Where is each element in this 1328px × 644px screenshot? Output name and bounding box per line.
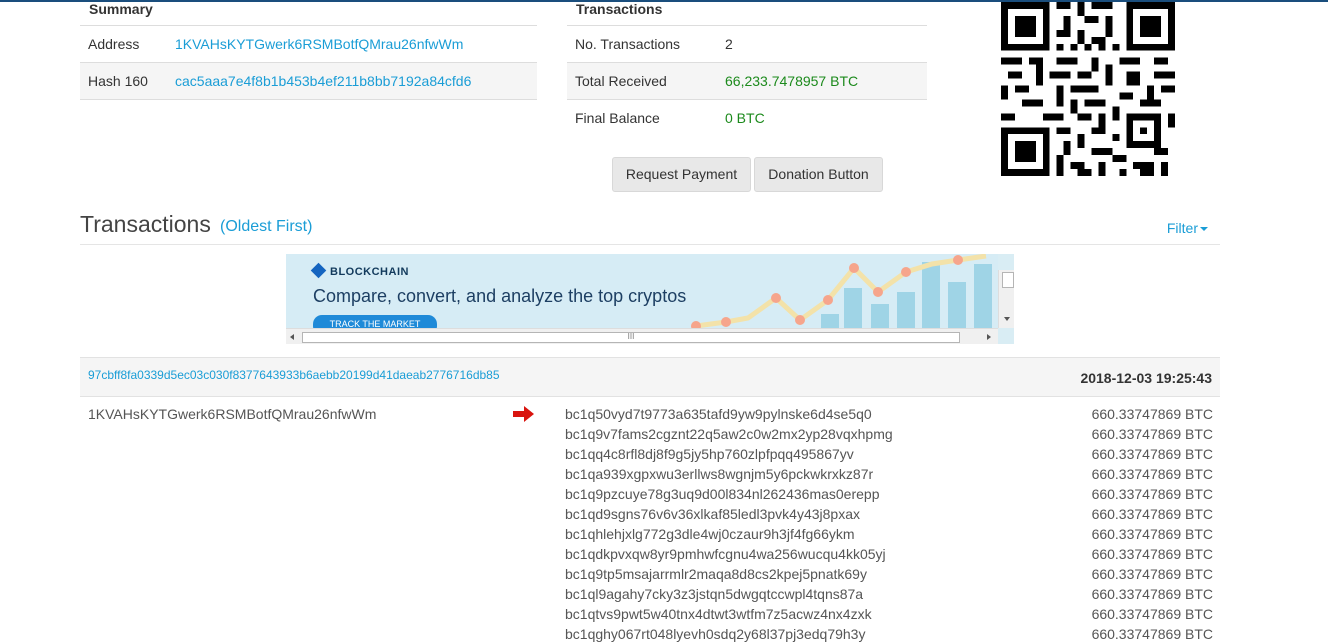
request-payment-button[interactable]: Request Payment	[612, 157, 751, 192]
hash160-link[interactable]: cac5aaa7e4f8b1b453b4ef211b8bb7192a84cfd6	[175, 73, 471, 89]
hash160-row: Hash 160 cac5aaa7e4f8b1b453b4ef211b8bb71…	[80, 63, 537, 100]
transaction-outputs: bc1q50vyd7t9773a635tafd9yw9pylnske6d4se5…	[565, 404, 1213, 644]
right-arrow-icon	[513, 406, 534, 422]
address-label: Address	[88, 36, 140, 52]
output-amount: 660.33747869 BTC	[1091, 566, 1213, 582]
output-amount: 660.33747869 BTC	[1091, 586, 1213, 602]
no-transactions-label: No. Transactions	[575, 36, 681, 52]
output-address-link[interactable]: bc1q9v7fams2cgznt22q5aw2c0w2mx2yp28vqxhp…	[565, 426, 893, 442]
summary-title: Summary	[80, 0, 537, 26]
output-amount: 660.33747869 BTC	[1091, 606, 1213, 622]
output-address-link[interactable]: bc1qq4c8rfl8dj8f9g5jy5hp760zlpfpqq495867…	[565, 446, 854, 462]
blockchain-logo-icon	[310, 262, 327, 279]
transaction-time: 2018-12-03 19:25:43	[1080, 370, 1212, 386]
output-row: bc1qq4c8rfl8dj8f9g5jy5hp760zlpfpqq495867…	[565, 444, 1213, 464]
total-received-label: Total Received	[575, 73, 667, 89]
scroll-down-icon[interactable]	[1004, 317, 1010, 321]
ad-brand: BLOCKCHAIN	[330, 266, 409, 278]
transactions-summary-table: Transactions No. Transactions 2 Total Re…	[567, 0, 927, 136]
filter-dropdown[interactable]: Filter	[1167, 220, 1208, 236]
total-received-row: Total Received 66,233.7478957 BTC	[567, 63, 927, 100]
final-balance-value: 0 BTC	[725, 110, 765, 126]
final-balance-row: Final Balance 0 BTC	[567, 100, 927, 136]
address-link[interactable]: 1KVAHsKYTGwerk6RSMBotfQMrau26nfwWm	[175, 36, 463, 52]
address-row: Address 1KVAHsKYTGwerk6RSMBotfQMrau26nfw…	[80, 26, 537, 63]
output-address-link[interactable]: bc1qghy067rt048lyevh0sdq2y68l37pj3edq79h…	[565, 626, 865, 642]
caret-down-icon	[1200, 227, 1208, 232]
oldest-first-link[interactable]: (Oldest First)	[220, 218, 312, 236]
output-row: bc1qghy067rt048lyevh0sdq2y68l37pj3edq79h…	[565, 624, 1213, 644]
output-amount: 660.33747869 BTC	[1091, 506, 1213, 522]
transaction-hash-link[interactable]: 97cbff8fa0339d5ec03c030f8377643933b6aebb…	[88, 368, 500, 382]
output-amount: 660.33747869 BTC	[1091, 466, 1213, 482]
output-amount: 660.33747869 BTC	[1091, 406, 1213, 422]
output-address-link[interactable]: bc1qhlehjxlg772g3dle4wj0czaur9h3jf4fg66y…	[565, 526, 855, 542]
output-row: bc1qa939xgpxwu3erllws8wgnjm5y6pckwkrxkz8…	[565, 464, 1213, 484]
output-address-link[interactable]: bc1q50vyd7t9773a635tafd9yw9pylnske6d4se5…	[565, 406, 872, 422]
output-row: bc1ql9agahy7cky3z3jstqn5dwgqtccwpl4tqns8…	[565, 584, 1213, 604]
horizontal-scroll-thumb[interactable]: III	[302, 332, 960, 343]
transaction-input-address[interactable]: 1KVAHsKYTGwerk6RSMBotfQMrau26nfwWm	[88, 406, 376, 422]
total-received-value: 66,233.7478957 BTC	[725, 73, 859, 89]
output-row: bc1qhlehjxlg772g3dle4wj0czaur9h3jf4fg66y…	[565, 524, 1213, 544]
output-address-link[interactable]: bc1qd9sgns76v6v36xlkaf85ledl3pvk4y43j8px…	[565, 506, 860, 522]
output-row: bc1q9pzcuye78g3uq9d00l834nl262436mas0ere…	[565, 484, 1213, 504]
output-row: bc1qtvs9pwt5w40tnx4dtwt3wtfm7z5acwz4nx4z…	[565, 604, 1213, 624]
output-row: bc1q9v7fams2cgznt22q5aw2c0w2mx2yp28vqxhp…	[565, 424, 1213, 444]
output-row: bc1q9tp5msajarrmlr2maqa8d8cs2kpej5pnatk6…	[565, 564, 1213, 584]
vertical-scroll-thumb[interactable]	[1002, 272, 1014, 288]
output-amount: 660.33747869 BTC	[1091, 446, 1213, 462]
summary-table: Summary Address 1KVAHsKYTGwerk6RSMBotfQM…	[80, 0, 537, 100]
qr-code-icon	[1001, 2, 1175, 176]
output-address-link[interactable]: bc1ql9agahy7cky3z3jstqn5dwgqtccwpl4tqns8…	[565, 586, 863, 602]
filter-label: Filter	[1166, 220, 1198, 236]
output-amount: 660.33747869 BTC	[1091, 426, 1213, 442]
output-row: bc1q50vyd7t9773a635tafd9yw9pylnske6d4se5…	[565, 404, 1213, 424]
output-amount: 660.33747869 BTC	[1091, 486, 1213, 502]
transaction-header: 97cbff8fa0339d5ec03c030f8377643933b6aebb…	[80, 357, 1220, 397]
no-transactions-value: 2	[725, 36, 733, 52]
output-address-link[interactable]: bc1q9tp5msajarrmlr2maqa8d8cs2kpej5pnatk6…	[565, 566, 867, 582]
ad-banner[interactable]: BLOCKCHAIN Compare, convert, and analyze…	[286, 254, 998, 328]
transactions-summary-title: Transactions	[567, 0, 927, 26]
output-row: bc1qdkpvxqw8yr9pmhwfcgnu4wa256wucqu4kk05…	[565, 544, 1213, 564]
output-address-link[interactable]: bc1qdkpvxqw8yr9pmhwfcgnu4wa256wucqu4kk05…	[565, 546, 886, 562]
scroll-right-icon[interactable]	[987, 334, 991, 340]
blockchain-logo: BLOCKCHAIN	[310, 262, 409, 279]
output-row: bc1qd9sgns76v6v36xlkaf85ledl3pvk4y43j8px…	[565, 504, 1213, 524]
output-address-link[interactable]: bc1qa939xgpxwu3erllws8wgnjm5y6pckwkrxkz8…	[565, 466, 873, 482]
donation-button[interactable]: Donation Button	[754, 157, 883, 192]
output-amount: 660.33747869 BTC	[1091, 546, 1213, 562]
output-address-link[interactable]: bc1qtvs9pwt5w40tnx4dtwt3wtfm7z5acwz4nx4z…	[565, 606, 872, 622]
no-transactions-row: No. Transactions 2	[567, 26, 927, 63]
ad-vertical-scrollbar[interactable]	[998, 270, 1014, 328]
output-amount: 660.33747869 BTC	[1091, 626, 1213, 642]
ad-headline: Compare, convert, and analyze the top cr…	[313, 286, 687, 306]
transactions-heading: Transactions	[80, 211, 211, 237]
scroll-left-icon[interactable]	[290, 334, 294, 340]
output-amount: 660.33747869 BTC	[1091, 526, 1213, 542]
advertisement-frame[interactable]: BLOCKCHAIN Compare, convert, and analyze…	[286, 254, 1014, 344]
ad-horizontal-scrollbar[interactable]: III	[286, 328, 998, 344]
transactions-heading-bar: Transactions (Oldest First) Filter	[80, 208, 1220, 245]
final-balance-label: Final Balance	[575, 110, 660, 126]
output-address-link[interactable]: bc1q9pzcuye78g3uq9d00l834nl262436mas0ere…	[565, 486, 880, 502]
hash160-label: Hash 160	[88, 73, 148, 89]
track-the-market-button[interactable]: TRACK THE MARKET	[313, 315, 437, 328]
